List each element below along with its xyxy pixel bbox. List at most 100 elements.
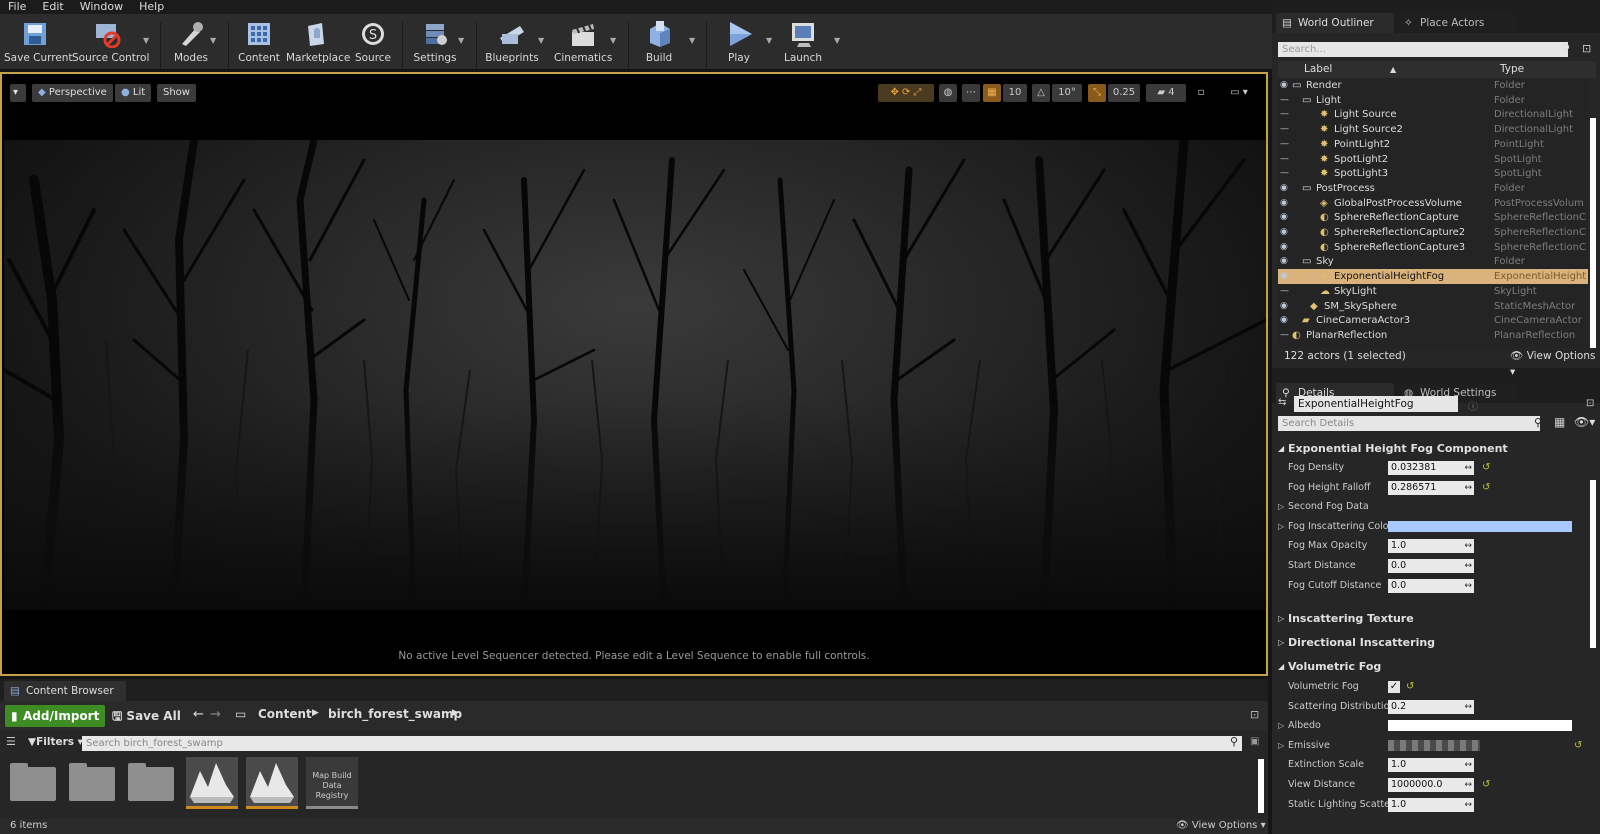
camera-speed-button[interactable]: ▰ 4 [1146, 84, 1186, 102]
outliner-row[interactable]: — ✸ PointLight2 PointLight [1278, 137, 1588, 152]
outliner-row[interactable]: ◉ ◆ SM_SkySphere StaticMeshActor [1278, 299, 1588, 314]
settings-dropdown[interactable]: ▼ [458, 36, 464, 45]
launch-dropdown[interactable]: ▼ [834, 36, 840, 45]
outliner-row[interactable]: ◉ ≈ ExponentialHeightFog ExponentialHeight [1278, 269, 1588, 285]
build-dropdown[interactable]: ▼ [689, 36, 695, 45]
visibility-eye-icon[interactable]: ◉ [1280, 181, 1288, 196]
category-exponential-height-fog[interactable]: ◢ Exponential Height Fog Component [1278, 440, 1588, 458]
lit-button[interactable]: ● Lit [115, 84, 152, 102]
menu-help[interactable]: Help [131, 0, 172, 14]
outliner-row[interactable]: ◉ ◐ SphereReflectionCapture SphereReflectio… [1278, 210, 1588, 225]
outliner-row[interactable]: — ▭ Light Folder [1278, 93, 1588, 108]
help-icon[interactable]: ⓘ [1468, 398, 1478, 413]
tab-world-outliner[interactable]: ▤ World Outliner [1276, 13, 1394, 33]
outliner-row[interactable]: — ✸ SpotLight3 SpotLight [1278, 166, 1588, 181]
level-viewport[interactable]: ▾ ◆ Perspective ● Lit Show ✥ ⟳ ⤢ ◍ ⋯ ▦ 1… [0, 72, 1268, 676]
breadcrumb-birch-forest-swamp[interactable]: birch_forest_swamp [328, 707, 462, 721]
visibility-eye-icon[interactable]: — [1280, 328, 1289, 343]
outliner-row[interactable]: — ☁ SkyLight SkyLight [1278, 284, 1588, 299]
save-all-button[interactable]: 🖫 Save All [112, 705, 181, 727]
play-button[interactable]: Play [714, 18, 764, 68]
visibility-eye-icon[interactable]: ◉ [1280, 299, 1288, 314]
color-swatch[interactable] [1388, 520, 1572, 532]
folder-tile[interactable] [69, 763, 115, 801]
maximize-icon[interactable]: ▫ [1194, 84, 1208, 102]
build-button[interactable]: Build [636, 18, 682, 68]
rotation-snap-value[interactable]: 10° [1052, 84, 1082, 102]
outliner-row[interactable]: — ◐ PlanarReflection PlanarReflection [1278, 328, 1588, 343]
property-value-input[interactable]: 0.0 [1388, 578, 1474, 593]
outliner-row[interactable]: ◉ ▭ Sky Folder [1278, 254, 1588, 269]
reset-to-default-icon[interactable]: ↺ [1482, 459, 1490, 477]
column-label[interactable]: Label [1304, 61, 1332, 78]
marketplace-button[interactable]: Marketplace [286, 18, 350, 68]
source-button[interactable]: S Source [350, 18, 396, 68]
folder-tile[interactable] [128, 763, 174, 801]
tab-place-actors[interactable]: ✧ Place Actors [1398, 13, 1516, 33]
cb-view-options[interactable]: 👁 View Options ▾ [1176, 820, 1266, 831]
property-value-input[interactable]: 0.0 [1388, 559, 1474, 573]
lock-icon[interactable]: ⊡ [1586, 398, 1594, 409]
cinematics-dropdown[interactable]: ▼ [610, 36, 616, 45]
grid-snap-icon[interactable]: ▦ [983, 84, 1001, 102]
modes-dropdown[interactable]: ▼ [210, 36, 216, 45]
rotation-snap-icon[interactable]: △ [1032, 84, 1050, 102]
settings-button[interactable]: Settings [410, 18, 460, 68]
visibility-eye-icon[interactable]: ◉ [1280, 196, 1288, 211]
menu-file[interactable]: File [0, 0, 34, 14]
add-import-button[interactable]: ▮ Add/Import ▾ [5, 705, 105, 746]
property-matrix-icon[interactable]: ▦ [1554, 415, 1565, 429]
collapsed-arrow-icon[interactable]: ▷ [1278, 518, 1284, 536]
visibility-eye-icon[interactable]: ◉ [1280, 210, 1288, 225]
property-value-input[interactable]: 0.032381 [1388, 461, 1474, 475]
visibility-eye-icon[interactable]: ◉ [1280, 225, 1288, 240]
back-arrow-icon[interactable]: ← [193, 707, 204, 722]
source-control-button[interactable]: Source Control [72, 18, 149, 68]
viewport-options-button[interactable]: ▾ [10, 84, 26, 102]
outliner-row[interactable]: ◉ ◈ GlobalPostProcessVolume PostProcessVolu… [1278, 196, 1588, 211]
reset-to-default-icon[interactable]: ↺ [1574, 737, 1582, 755]
outliner-row[interactable]: — ✸ Light Source2 DirectionalLight [1278, 122, 1588, 137]
property-value-input[interactable]: 0.286571 [1388, 480, 1474, 495]
save-search-icon[interactable]: ▣ [1250, 736, 1259, 747]
level-asset-tile[interactable] [186, 757, 238, 809]
play-dropdown[interactable]: ▼ [766, 36, 772, 45]
save-current-button[interactable]: Save Current [4, 18, 73, 68]
details-search-input[interactable]: Search Details [1278, 416, 1540, 431]
content-browser-tab[interactable]: ▤ Content Browser [4, 681, 126, 701]
property-value-input[interactable]: 1.0 [1388, 758, 1474, 773]
visibility-eye-icon[interactable]: ◉ [1280, 78, 1288, 93]
level-asset-tile[interactable] [246, 757, 298, 809]
collapsed-arrow-icon[interactable]: ▷ [1278, 737, 1284, 755]
pin-icon[interactable]: ⊡ [1582, 42, 1591, 55]
property-value-input[interactable]: 0.2 [1388, 699, 1474, 714]
content-button[interactable]: Content [236, 18, 282, 68]
grid-snap-value[interactable]: 10 [1003, 84, 1027, 102]
category-volumetric-fog[interactable]: ◢ Volumetric Fog [1278, 658, 1588, 676]
source-control-dropdown[interactable]: ▼ [143, 36, 149, 45]
launch-button[interactable]: Launch [778, 18, 828, 68]
outliner-row[interactable]: — ✸ SpotLight2 SpotLight [1278, 152, 1588, 167]
column-type[interactable]: Type [1500, 61, 1524, 78]
property-value-input[interactable]: 1.0 [1388, 797, 1474, 812]
show-button[interactable]: Show [157, 84, 196, 102]
collapsed-arrow-icon[interactable]: ▷ [1278, 717, 1284, 735]
actor-name-field[interactable]: ExponentialHeightFog [1294, 396, 1458, 412]
emissive-color-swatch[interactable] [1388, 739, 1480, 751]
visibility-eye-icon[interactable]: — [1280, 122, 1289, 137]
albedo-color-swatch[interactable] [1388, 720, 1572, 732]
visibility-eye-icon[interactable]: — [1280, 107, 1289, 122]
folder-tile[interactable] [10, 763, 56, 801]
menu-edit[interactable]: Edit [34, 0, 71, 14]
breadcrumb-content[interactable]: Content [258, 707, 312, 721]
outliner-row[interactable]: ◉ ▰ CineCameraActor3 CineCameraActor [1278, 313, 1588, 328]
sources-toggle-icon[interactable]: ☰ [6, 735, 16, 748]
filters-button[interactable]: ▼Filters ▾ [28, 736, 83, 748]
scale-snap-value[interactable]: 0.25 [1108, 84, 1140, 102]
content-scrollbar[interactable] [1258, 759, 1264, 813]
visibility-eye-icon[interactable]: ◉ [1280, 269, 1288, 284]
visibility-eye-icon[interactable]: — [1280, 166, 1289, 181]
map-build-data-tile[interactable]: Map Build Data Registry [306, 757, 358, 809]
property-value-input[interactable]: 1.0 [1388, 539, 1474, 554]
outliner-row[interactable]: ◉ ◐ SphereReflectionCapture2 SphereReflecti… [1278, 225, 1588, 240]
